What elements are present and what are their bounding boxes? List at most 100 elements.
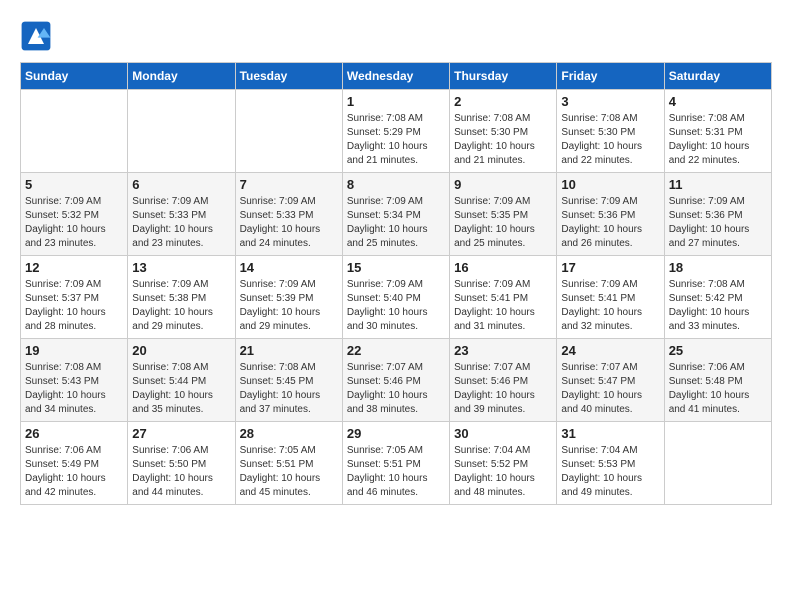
header-friday: Friday [557,63,664,90]
day-cell [235,90,342,173]
day-number: 18 [669,260,767,275]
day-cell: 3 Sunrise: 7:08 AMSunset: 5:30 PMDaylight… [557,90,664,173]
day-cell: 13Sunrise: 7:09 AMSunset: 5:38 PMDayligh… [128,256,235,339]
day-info: Sunrise: 7:07 AMSunset: 5:47 PMDaylight:… [561,361,659,417]
day-info: Sunrise: 7:09 AMSunset: 5:36 PMDaylight:… [561,195,659,251]
day-cell [21,90,128,173]
header-tuesday: Tuesday [235,63,342,90]
day-number: 1 [347,94,445,109]
week-row-5: 26Sunrise: 7:06 AMSunset: 5:49 PMDayligh… [21,422,772,505]
day-info: Sunrise: 7:05 AMSunset: 5:51 PMDaylight:… [240,444,338,500]
day-info: Sunrise: 7:06 AMSunset: 5:50 PMDaylight:… [132,444,230,500]
day-info: Sunrise: 7:09 AMSunset: 5:35 PMDaylight:… [454,195,552,251]
day-number: 4 [669,94,767,109]
day-cell: 26Sunrise: 7:06 AMSunset: 5:49 PMDayligh… [21,422,128,505]
day-cell: 19Sunrise: 7:08 AMSunset: 5:43 PMDayligh… [21,339,128,422]
day-number: 14 [240,260,338,275]
day-cell: 4 Sunrise: 7:08 AMSunset: 5:31 PMDaylight… [664,90,771,173]
logo-icon [20,20,52,52]
day-info: Sunrise: 7:09 AMSunset: 5:39 PMDaylight:… [240,278,338,334]
page-header [20,20,772,52]
day-number: 31 [561,426,659,441]
day-cell: 12 Sunrise: 7:09 AMSunset: 5:37 PMDayligh… [21,256,128,339]
day-cell: 2 Sunrise: 7:08 AMSunset: 5:30 PMDaylight… [450,90,557,173]
day-number: 30 [454,426,552,441]
day-cell: 31 Sunrise: 7:04 AMSunset: 5:53 PMDayligh… [557,422,664,505]
day-cell: 11Sunrise: 7:09 AMSunset: 5:36 PMDayligh… [664,173,771,256]
day-info: Sunrise: 7:08 AMSunset: 5:30 PMDaylight:… [454,112,552,168]
day-info: Sunrise: 7:09 AMSunset: 5:34 PMDaylight:… [347,195,445,251]
day-number: 3 [561,94,659,109]
day-cell: 1 Sunrise: 7:08 AMSunset: 5:29 PMDaylight… [342,90,449,173]
day-info: Sunrise: 7:08 AMSunset: 5:45 PMDaylight:… [240,361,338,417]
day-info: Sunrise: 7:08 AMSunset: 5:31 PMDaylight:… [669,112,767,168]
day-number: 5 [25,177,123,192]
header-thursday: Thursday [450,63,557,90]
day-cell: 25 Sunrise: 7:06 AMSunset: 5:48 PMDayligh… [664,339,771,422]
day-cell: 5 Sunrise: 7:09 AMSunset: 5:32 PMDaylight… [21,173,128,256]
day-info: Sunrise: 7:04 AMSunset: 5:52 PMDaylight:… [454,444,552,500]
day-number: 12 [25,260,123,275]
day-info: Sunrise: 7:09 AMSunset: 5:33 PMDaylight:… [132,195,230,251]
logo [20,20,56,52]
day-info: Sunrise: 7:08 AMSunset: 5:43 PMDaylight:… [25,361,123,417]
day-cell: 7 Sunrise: 7:09 AMSunset: 5:33 PMDaylight… [235,173,342,256]
day-number: 2 [454,94,552,109]
day-info: Sunrise: 7:08 AMSunset: 5:30 PMDaylight:… [561,112,659,168]
week-row-4: 19Sunrise: 7:08 AMSunset: 5:43 PMDayligh… [21,339,772,422]
day-info: Sunrise: 7:05 AMSunset: 5:51 PMDaylight:… [347,444,445,500]
day-info: Sunrise: 7:09 AMSunset: 5:40 PMDaylight:… [347,278,445,334]
day-number: 28 [240,426,338,441]
day-number: 25 [669,343,767,358]
day-cell: 16Sunrise: 7:09 AMSunset: 5:41 PMDayligh… [450,256,557,339]
day-info: Sunrise: 7:04 AMSunset: 5:53 PMDaylight:… [561,444,659,500]
day-number: 27 [132,426,230,441]
day-number: 22 [347,343,445,358]
day-cell: 15 Sunrise: 7:09 AMSunset: 5:40 PMDayligh… [342,256,449,339]
day-number: 16 [454,260,552,275]
day-number: 6 [132,177,230,192]
calendar-header-row: SundayMondayTuesdayWednesdayThursdayFrid… [21,63,772,90]
week-row-3: 12 Sunrise: 7:09 AMSunset: 5:37 PMDayligh… [21,256,772,339]
day-info: Sunrise: 7:08 AMSunset: 5:29 PMDaylight:… [347,112,445,168]
day-number: 15 [347,260,445,275]
day-number: 29 [347,426,445,441]
day-cell: 29 Sunrise: 7:05 AMSunset: 5:51 PMDayligh… [342,422,449,505]
day-number: 9 [454,177,552,192]
day-info: Sunrise: 7:08 AMSunset: 5:44 PMDaylight:… [132,361,230,417]
day-cell: 23 Sunrise: 7:07 AMSunset: 5:46 PMDayligh… [450,339,557,422]
week-row-2: 5 Sunrise: 7:09 AMSunset: 5:32 PMDaylight… [21,173,772,256]
day-cell: 30 Sunrise: 7:04 AMSunset: 5:52 PMDayligh… [450,422,557,505]
day-number: 23 [454,343,552,358]
day-number: 10 [561,177,659,192]
day-info: Sunrise: 7:07 AMSunset: 5:46 PMDaylight:… [454,361,552,417]
header-sunday: Sunday [21,63,128,90]
day-number: 26 [25,426,123,441]
week-row-1: 1 Sunrise: 7:08 AMSunset: 5:29 PMDaylight… [21,90,772,173]
day-cell: 8 Sunrise: 7:09 AMSunset: 5:34 PMDaylight… [342,173,449,256]
day-number: 21 [240,343,338,358]
day-info: Sunrise: 7:09 AMSunset: 5:37 PMDaylight:… [25,278,123,334]
day-info: Sunrise: 7:09 AMSunset: 5:32 PMDaylight:… [25,195,123,251]
day-cell: 28 Sunrise: 7:05 AMSunset: 5:51 PMDayligh… [235,422,342,505]
day-info: Sunrise: 7:09 AMSunset: 5:41 PMDaylight:… [561,278,659,334]
day-cell: 20 Sunrise: 7:08 AMSunset: 5:44 PMDayligh… [128,339,235,422]
day-cell [128,90,235,173]
header-saturday: Saturday [664,63,771,90]
day-number: 7 [240,177,338,192]
day-cell: 27 Sunrise: 7:06 AMSunset: 5:50 PMDayligh… [128,422,235,505]
day-number: 20 [132,343,230,358]
day-info: Sunrise: 7:09 AMSunset: 5:38 PMDaylight:… [132,278,230,334]
day-info: Sunrise: 7:06 AMSunset: 5:48 PMDaylight:… [669,361,767,417]
day-number: 17 [561,260,659,275]
day-cell: 9 Sunrise: 7:09 AMSunset: 5:35 PMDaylight… [450,173,557,256]
day-cell: 18Sunrise: 7:08 AMSunset: 5:42 PMDayligh… [664,256,771,339]
header-wednesday: Wednesday [342,63,449,90]
day-number: 8 [347,177,445,192]
day-cell: 22Sunrise: 7:07 AMSunset: 5:46 PMDayligh… [342,339,449,422]
day-info: Sunrise: 7:09 AMSunset: 5:33 PMDaylight:… [240,195,338,251]
day-cell: 17 Sunrise: 7:09 AMSunset: 5:41 PMDayligh… [557,256,664,339]
day-cell: 21 Sunrise: 7:08 AMSunset: 5:45 PMDayligh… [235,339,342,422]
day-number: 24 [561,343,659,358]
header-monday: Monday [128,63,235,90]
